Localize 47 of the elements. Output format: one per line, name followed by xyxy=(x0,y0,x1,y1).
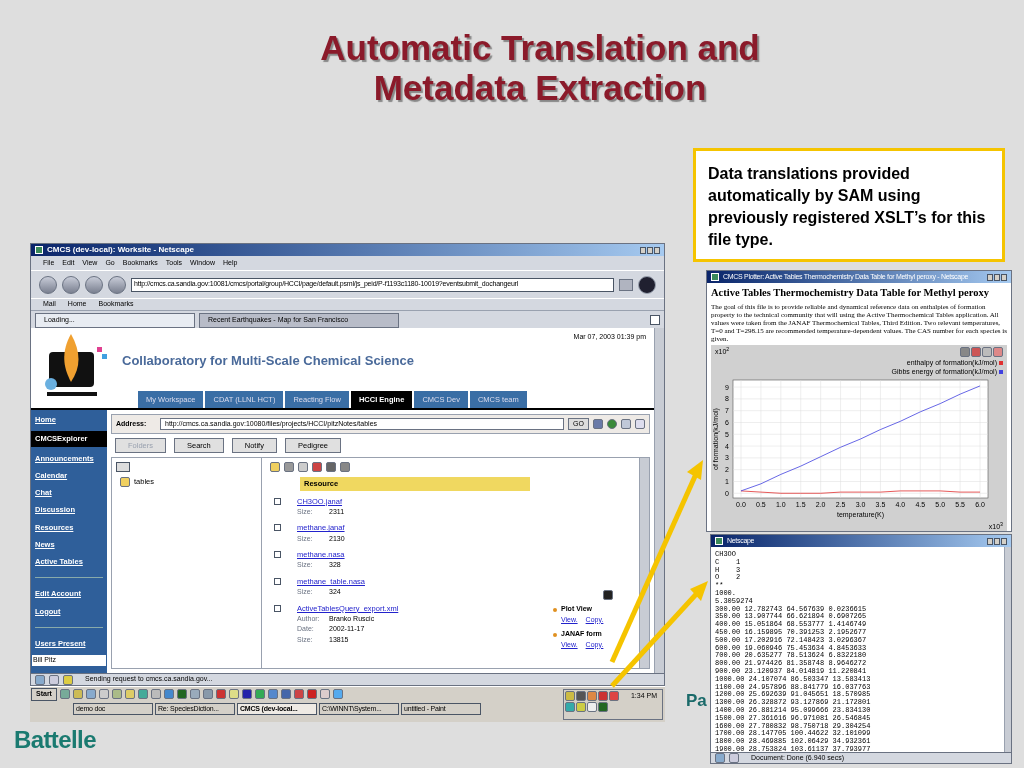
scrollbar[interactable] xyxy=(639,458,649,668)
app-icon[interactable] xyxy=(189,689,200,700)
app-icon[interactable] xyxy=(72,689,83,700)
app-icon xyxy=(715,537,723,545)
window-controls-icon[interactable] xyxy=(987,537,1007,545)
window-controls-icon[interactable] xyxy=(987,273,1007,281)
slide-title: Automatic Translation and Metadata Extraction xyxy=(319,28,761,108)
callout-text: Data translations provided automatically by SAM using previously registered XSLT’s for this file type. xyxy=(708,164,987,250)
app-icon[interactable] xyxy=(150,689,161,700)
app-icon[interactable] xyxy=(332,689,343,700)
app-icon[interactable] xyxy=(254,689,265,700)
company-logo: Battelle xyxy=(14,725,96,755)
app-icon[interactable] xyxy=(176,689,187,700)
app-icon[interactable] xyxy=(241,689,252,700)
portal-heading: Collaboratory for Multi-Scale Chemical Science xyxy=(122,351,415,370)
footer-text: Pa xyxy=(686,690,707,712)
checkbox[interactable] xyxy=(274,577,281,585)
app-icon[interactable] xyxy=(202,689,213,700)
app-icon[interactable] xyxy=(111,689,122,700)
up-folder-icon[interactable] xyxy=(116,462,130,473)
app-icon xyxy=(711,273,719,281)
window-title: CMCS (dev-local): Worksite - Netscape xyxy=(47,244,195,256)
app-icon[interactable] xyxy=(293,689,304,700)
app-icon[interactable] xyxy=(163,689,174,700)
checkbox[interactable] xyxy=(274,497,281,505)
app-icon[interactable] xyxy=(215,689,226,700)
app-icon[interactable] xyxy=(124,689,135,700)
bullet-icon xyxy=(553,632,557,637)
app-icon[interactable] xyxy=(267,689,278,700)
logo-icon[interactable] xyxy=(638,275,656,294)
app-icon[interactable] xyxy=(280,689,291,700)
app-icon xyxy=(35,246,43,254)
bullet-icon xyxy=(553,607,557,612)
window-controls-icon[interactable] xyxy=(640,246,660,254)
app-icon[interactable] xyxy=(319,689,330,700)
app-icon[interactable] xyxy=(85,689,96,700)
app-icon[interactable] xyxy=(59,689,70,700)
app-icon[interactable] xyxy=(306,689,317,700)
scrollbar[interactable] xyxy=(654,328,664,673)
app-icon[interactable] xyxy=(98,689,109,700)
checkbox[interactable] xyxy=(274,524,281,532)
checkbox[interactable] xyxy=(274,551,281,558)
app-icon[interactable] xyxy=(228,689,239,700)
scrollbar[interactable] xyxy=(1004,547,1011,752)
app-icon[interactable] xyxy=(137,689,148,700)
checkbox[interactable] xyxy=(274,604,281,612)
page-heading: Active Tables Thermochemistry Data Table for Methyl peroxy xyxy=(710,286,990,300)
